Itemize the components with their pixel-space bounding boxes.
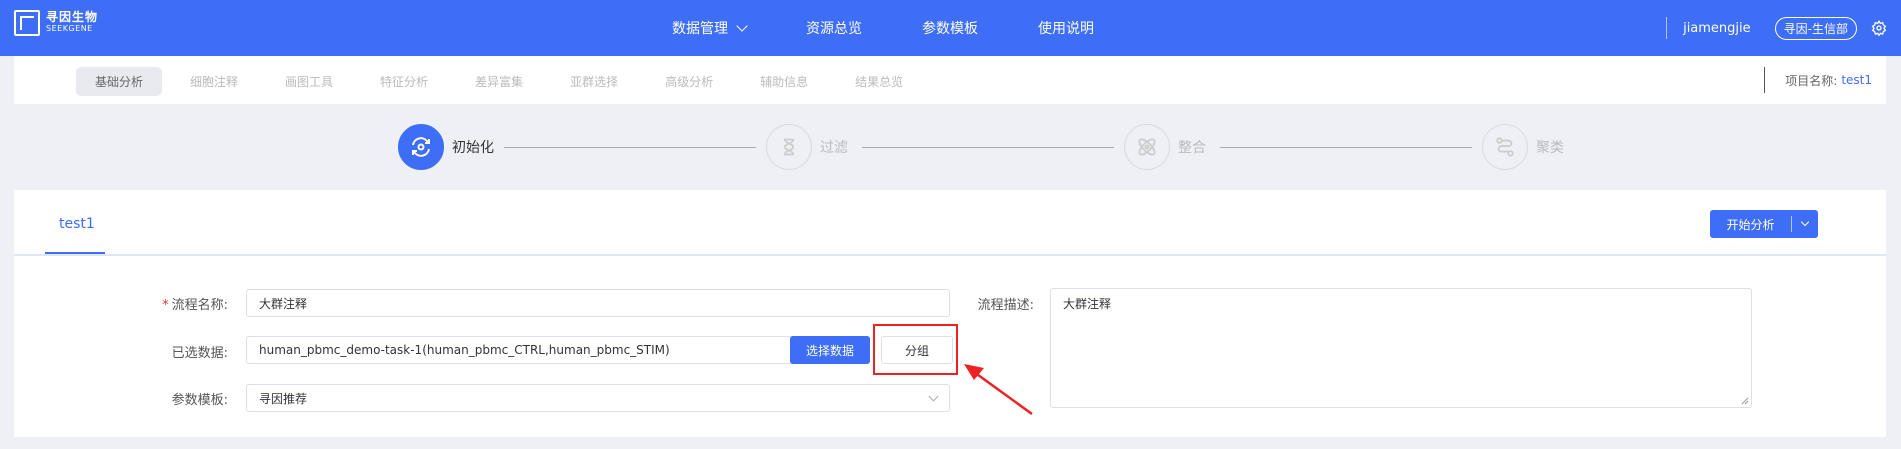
resize-grip-icon[interactable] xyxy=(1741,397,1749,405)
refresh-icon xyxy=(398,124,444,170)
flow-desc-label: 流程描述: xyxy=(977,298,1034,313)
nav-parameter-template[interactable]: 参数模板 xyxy=(922,18,978,38)
project-name: 项目名称: test1 xyxy=(1764,67,1872,93)
chevron-down-icon xyxy=(928,391,939,402)
step-integrate[interactable]: 整合 xyxy=(1124,124,1206,170)
flow-name-input[interactable]: 大群注释 xyxy=(246,289,950,317)
step-initialize[interactable]: 初始化 xyxy=(398,124,494,170)
param-template-select[interactable]: 寻因推荐 xyxy=(246,384,950,412)
org-badge[interactable]: 寻因-生信部 xyxy=(1774,16,1857,40)
subtab-feature-analysis[interactable]: 特征分析 xyxy=(361,67,447,96)
logo-name-cn: 寻因生物 xyxy=(46,10,99,24)
step-cluster[interactable]: 聚类 xyxy=(1482,124,1564,170)
subtab-plot-tools[interactable]: 画图工具 xyxy=(266,67,352,96)
project-name-value[interactable]: test1 xyxy=(1841,73,1872,87)
analysis-subnav: 基础分析 细胞注释 画图工具 特征分析 差异富集 亚群选择 高级分析 辅助信息 … xyxy=(14,56,1886,104)
nav-resource-overview[interactable]: 资源总览 xyxy=(806,18,862,38)
subtab-differential-enrichment[interactable]: 差异富集 xyxy=(456,67,542,96)
step-label: 初始化 xyxy=(452,140,494,156)
tab-divider xyxy=(14,254,1886,256)
step-label: 整合 xyxy=(1178,140,1206,156)
param-template-label: 参数模板: xyxy=(171,393,228,408)
flow-name-label: * 流程名称: xyxy=(108,294,228,313)
step-connector xyxy=(504,147,756,148)
subtab-results-overview[interactable]: 结果总览 xyxy=(836,67,922,96)
red-arrow-annotation xyxy=(964,364,1033,416)
subtab-auxiliary-info[interactable]: 辅助信息 xyxy=(741,67,827,96)
flow-desc-textarea[interactable]: 大群注释 xyxy=(1050,288,1752,408)
selected-data-label: 已选数据: xyxy=(171,346,228,361)
step-connector xyxy=(862,147,1114,148)
subtab-subcluster-selection[interactable]: 亚群选择 xyxy=(551,67,637,96)
workflow-card: test1 开始分析 * 流程名称: 大群注释 已选数据: human_pbmc_… xyxy=(14,190,1886,437)
start-analysis-dropdown[interactable] xyxy=(1792,217,1818,227)
main-nav: 数据管理 资源总览 参数模板 使用说明 xyxy=(672,0,1154,56)
subtab-advanced-analysis[interactable]: 高级分析 xyxy=(646,67,732,96)
top-navbar: 寻因生物 SEEKGENE 数据管理 资源总览 参数模板 使用说明 jiamen… xyxy=(0,0,1901,56)
step-label: 聚类 xyxy=(1536,140,1564,156)
step-label: 过滤 xyxy=(820,140,848,156)
logo-icon xyxy=(14,10,40,36)
nav-user-guide[interactable]: 使用说明 xyxy=(1038,18,1094,38)
flow-desc-value: 大群注释 xyxy=(1063,297,1112,311)
start-analysis-button[interactable]: 开始分析 xyxy=(1710,210,1818,238)
atom-icon xyxy=(1124,124,1170,170)
logo-name-en: SEEKGENE xyxy=(46,24,93,33)
step-filter[interactable]: 过滤 xyxy=(766,124,848,170)
nav-label: 参数模板 xyxy=(922,21,978,37)
nav-data-management[interactable]: 数据管理 xyxy=(672,18,748,38)
required-mark: * xyxy=(162,298,169,313)
divider xyxy=(1666,17,1668,39)
hourglass-icon xyxy=(766,124,812,170)
param-template-value: 寻因推荐 xyxy=(259,391,308,406)
gear-icon[interactable] xyxy=(1871,20,1887,36)
selected-data-input[interactable]: human_pbmc_demo-task-1(human_pbmc_CTRL,h… xyxy=(246,336,794,364)
subtab-cell-annotation[interactable]: 细胞注释 xyxy=(171,67,257,96)
nav-label: 资源总览 xyxy=(806,21,862,37)
tab-test1[interactable]: test1 xyxy=(59,216,95,232)
nav-label: 使用说明 xyxy=(1038,21,1094,37)
chevron-down-icon xyxy=(1800,217,1810,227)
highlight-box xyxy=(873,324,958,375)
workflow-steps: 初始化 过滤 整合 聚类 xyxy=(0,124,1901,170)
chevron-down-icon xyxy=(736,19,748,32)
step-connector xyxy=(1220,147,1472,148)
start-analysis-label: 开始分析 xyxy=(1726,217,1775,232)
subtab-basic-analysis[interactable]: 基础分析 xyxy=(76,67,163,96)
username[interactable]: jiamengjie xyxy=(1683,21,1751,36)
seekgene-logo[interactable]: 寻因生物 SEEKGENE xyxy=(14,10,98,36)
select-data-button[interactable]: 选择数据 xyxy=(790,336,870,364)
project-name-label: 项目名称: xyxy=(1785,73,1838,88)
nav-label: 数据管理 xyxy=(672,21,728,37)
flow-name-label-text: 流程名称: xyxy=(171,298,228,313)
route-icon xyxy=(1482,124,1528,170)
